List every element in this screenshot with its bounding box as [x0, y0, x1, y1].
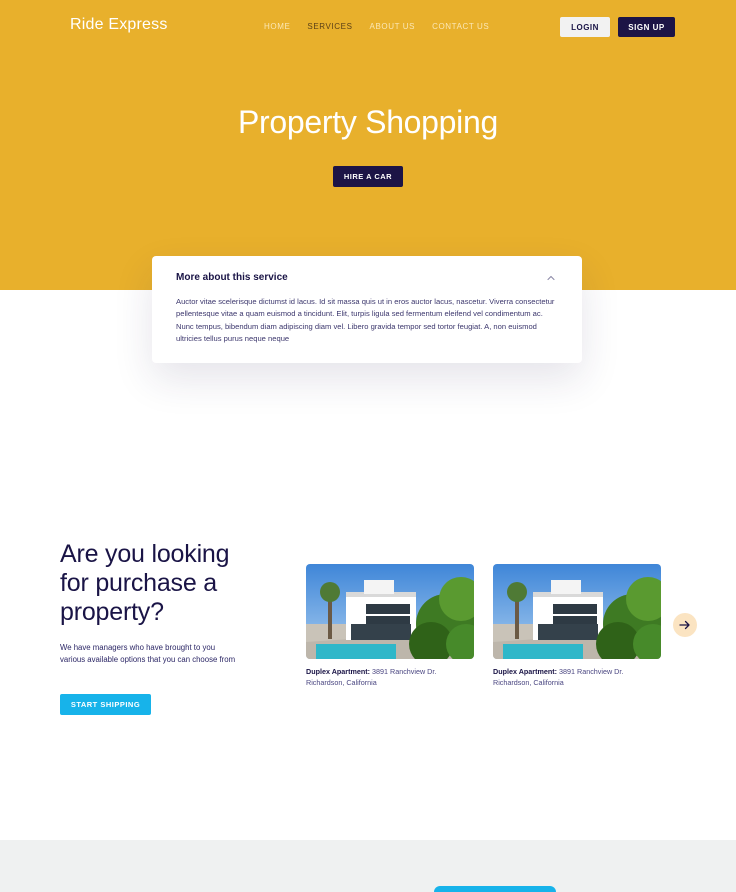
service-accordion: More about this service Auctor vitae sce…: [152, 256, 582, 363]
login-button[interactable]: LOGIN: [560, 17, 610, 37]
property-name: Duplex Apartment:: [493, 667, 558, 676]
hero-section: Ride Express HOME SERVICES ABOUT US CONT…: [0, 0, 736, 290]
chevron-up-icon[interactable]: [545, 272, 557, 284]
hire-a-car-button[interactable]: HIRE A CAR: [333, 166, 403, 187]
property-card[interactable]: Duplex Apartment: 3891 Ranchview Dr. Ric…: [306, 564, 474, 688]
signup-button[interactable]: SIGN UP: [618, 17, 675, 37]
main-nav: HOME SERVICES ABOUT US CONTACT US: [264, 22, 506, 31]
property-caption: Duplex Apartment: 3891 Ranchview Dr. Ric…: [493, 667, 661, 688]
page-title: Property Shopping: [238, 104, 498, 140]
accordion-title[interactable]: More about this service: [176, 272, 288, 283]
property-image[interactable]: [306, 564, 474, 659]
section-title: Are you looking for purchase a property?: [60, 540, 230, 626]
property-name: Duplex Apartment:: [306, 667, 371, 676]
carousel-next-button[interactable]: [673, 613, 697, 637]
section-description: We have managers who have brought to you…: [60, 643, 236, 664]
logo[interactable]: Ride Express: [70, 16, 168, 34]
arrow-right-icon: [679, 620, 690, 630]
nav-contact-us[interactable]: CONTACT US: [432, 22, 489, 31]
start-shipping-button[interactable]: START SHIPPING: [60, 694, 151, 715]
property-image[interactable]: [493, 564, 661, 659]
property-caption: Duplex Apartment: 3891 Ranchview Dr. Ric…: [306, 667, 474, 688]
accordion-body: Auctor vitae scelerisque dictumst id lac…: [176, 297, 555, 343]
footer-cta-pill[interactable]: [434, 886, 556, 892]
nav-services[interactable]: SERVICES: [307, 22, 352, 31]
nav-home[interactable]: HOME: [264, 22, 290, 31]
nav-about-us[interactable]: ABOUT US: [370, 22, 416, 31]
footer-band: [0, 840, 736, 892]
property-card[interactable]: Duplex Apartment: 3891 Ranchview Dr. Ric…: [493, 564, 661, 688]
